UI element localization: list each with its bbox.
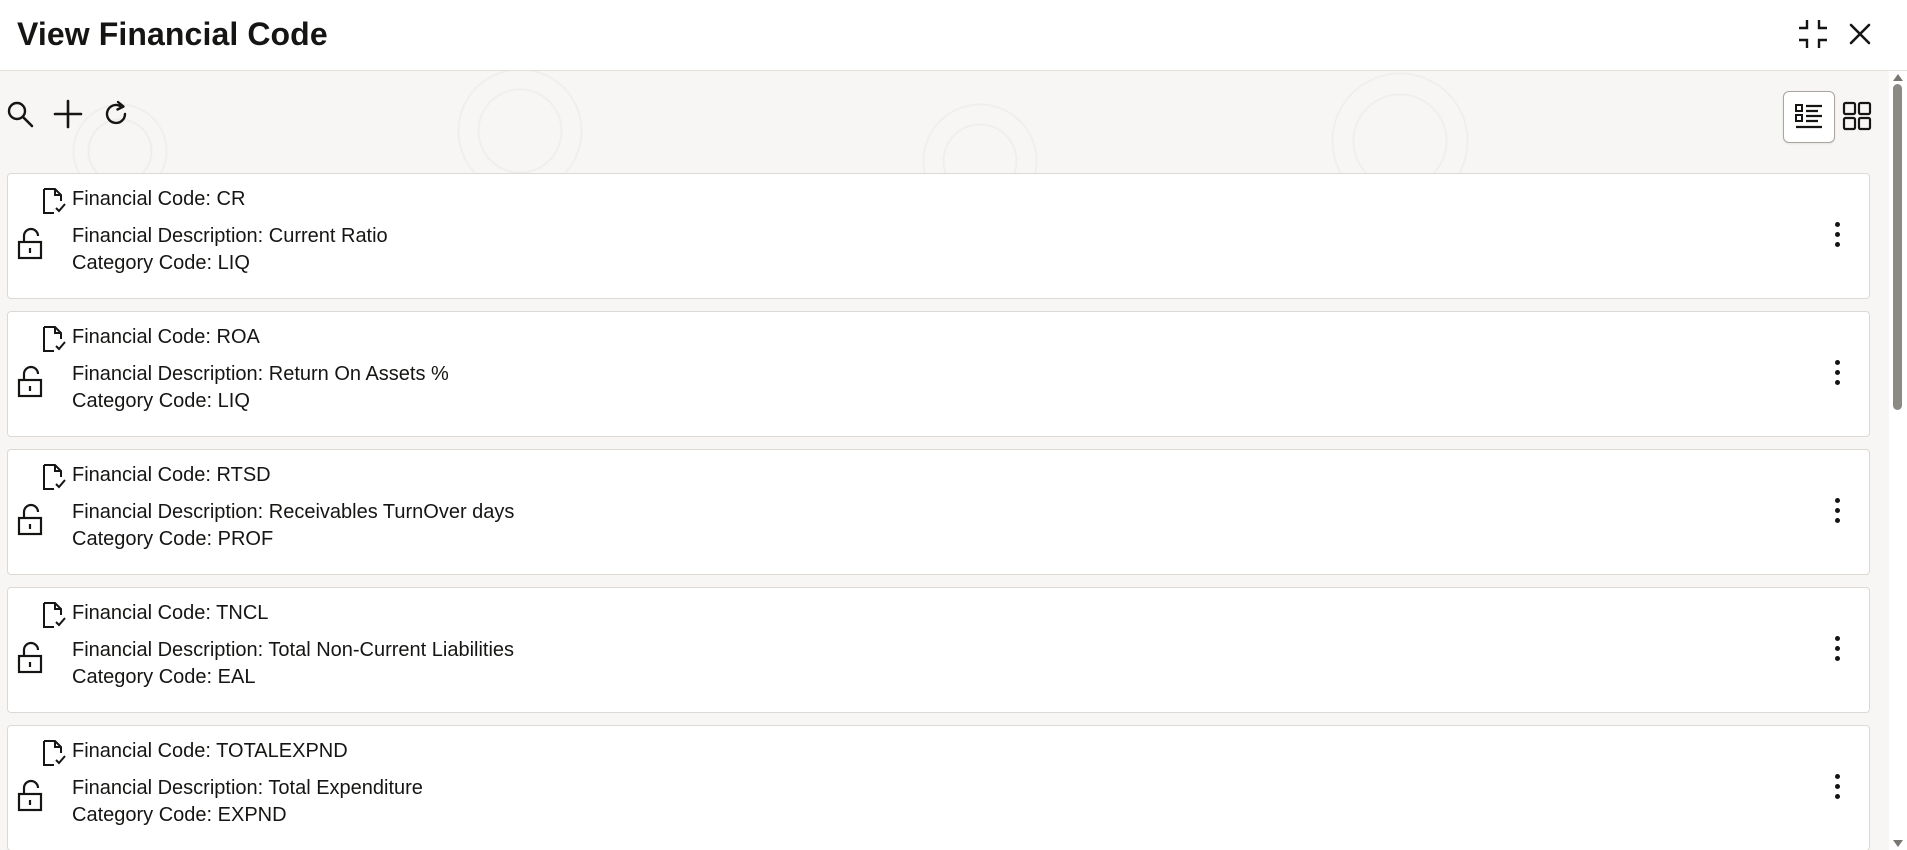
financial-code-card[interactable]: Financial Code: CR Financial Description… — [7, 173, 1870, 299]
financial-description-label: Financial Description: Total Non-Current… — [72, 639, 515, 661]
list-view-button[interactable] — [1783, 91, 1835, 143]
plus-icon — [53, 99, 83, 129]
unlock-icon[interactable] — [13, 502, 49, 538]
financial-description-label: Financial Description: Current Ratio — [72, 225, 388, 247]
financial-code-label: Financial Code: TOTALEXPND — [72, 740, 348, 762]
document-check-icon — [43, 326, 66, 352]
unlock-icon[interactable] — [13, 640, 49, 676]
financial-code-label: Financial Code: CR — [72, 188, 246, 210]
view-financial-code-window: View Financial Code Financial Code: CR F… — [0, 0, 1907, 850]
refresh-icon — [105, 100, 127, 125]
scroll-up-arrow-icon[interactable] — [1893, 74, 1903, 81]
financial-code-label: Financial Code: TNCL — [72, 602, 269, 624]
unlock-icon[interactable] — [13, 226, 49, 262]
more-actions-button[interactable] — [1823, 352, 1851, 392]
category-code-label: Category Code: EAL — [72, 666, 256, 688]
close-icon — [1849, 23, 1871, 45]
category-code-label: Category Code: PROF — [72, 528, 274, 550]
scrollbar-thumb[interactable] — [1893, 84, 1902, 410]
more-actions-button[interactable] — [1823, 490, 1851, 530]
category-code-label: Category Code: LIQ — [72, 390, 250, 412]
financial-code-card[interactable]: Financial Code: TOTALEXPND Financial Des… — [7, 725, 1870, 850]
financial-description-label: Financial Description: Total Expenditure — [72, 777, 423, 799]
search-icon — [7, 101, 34, 128]
financial-code-card[interactable]: Financial Code: TNCL Financial Descripti… — [7, 587, 1870, 713]
more-actions-button[interactable] — [1823, 766, 1851, 806]
financial-code-card[interactable]: Financial Code: ROA Financial Descriptio… — [7, 311, 1870, 437]
scroll-down-arrow-icon[interactable] — [1893, 840, 1903, 847]
category-code-label: Category Code: LIQ — [72, 252, 250, 274]
financial-description-label: Financial Description: Receivables TurnO… — [72, 501, 515, 523]
grid-view-button[interactable] — [1832, 91, 1882, 141]
page-title: View Financial Code — [17, 16, 328, 52]
financial-description-label: Financial Description: Return On Assets … — [72, 363, 449, 385]
grid-view-icon — [1842, 101, 1872, 131]
content-area: Financial Code: CR Financial Description… — [0, 71, 1889, 850]
minimize-button[interactable] — [1793, 14, 1833, 54]
list-view-icon — [1795, 104, 1822, 129]
refresh-button[interactable] — [99, 97, 133, 131]
more-actions-button[interactable] — [1823, 628, 1851, 668]
vertical-scrollbar[interactable] — [1889, 71, 1907, 850]
more-actions-button[interactable] — [1823, 214, 1851, 254]
financial-code-card[interactable]: Financial Code: RTSD Financial Descripti… — [7, 449, 1870, 575]
document-check-icon — [43, 188, 66, 214]
document-check-icon — [43, 464, 66, 490]
minimize-icon — [1799, 20, 1827, 48]
unlock-icon[interactable] — [13, 364, 49, 400]
toolbar — [0, 71, 1889, 161]
window-header: View Financial Code — [0, 0, 1907, 71]
financial-code-label: Financial Code: RTSD — [72, 464, 271, 486]
add-button[interactable] — [51, 97, 85, 131]
unlock-icon[interactable] — [13, 778, 49, 814]
search-button[interactable] — [3, 97, 37, 131]
financial-code-label: Financial Code: ROA — [72, 326, 260, 348]
document-check-icon — [43, 602, 66, 628]
category-code-label: Category Code: EXPND — [72, 804, 287, 826]
document-check-icon — [43, 740, 66, 766]
close-button[interactable] — [1840, 14, 1880, 54]
